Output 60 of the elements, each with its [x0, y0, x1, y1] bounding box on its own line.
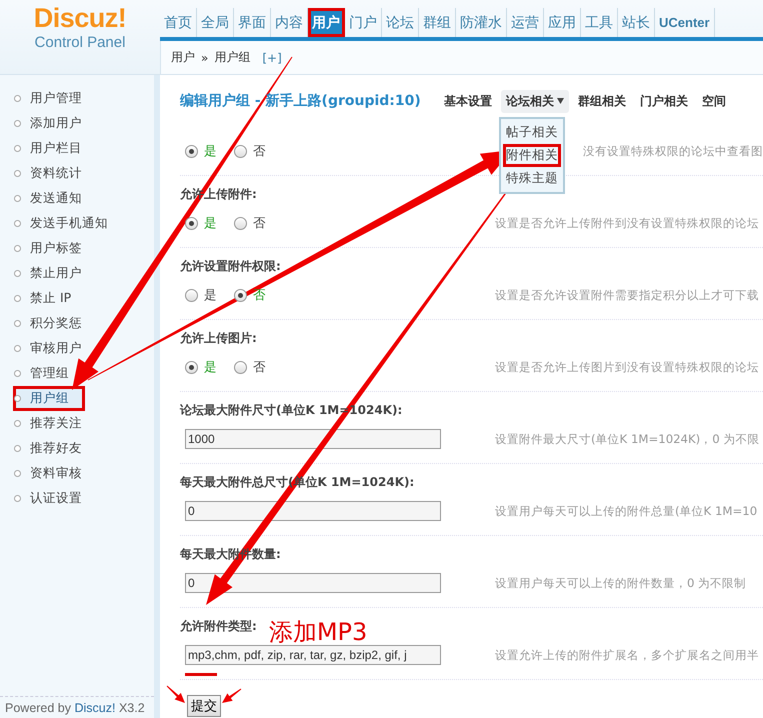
- radio-button[interactable]: 否: [229, 214, 266, 232]
- setting-description: 设置是否允许设置附件需要指定积分以上才可下载: [495, 288, 759, 302]
- settings-tab[interactable]: 空间: [696, 90, 731, 112]
- input-field[interactable]: 0: [185, 501, 441, 521]
- setting-description: 没有设置特殊权限的论坛中查看图: [583, 144, 763, 158]
- discuz-link[interactable]: Discuz!: [74, 701, 116, 715]
- sidebar-item[interactable]: 管理组: [0, 361, 154, 386]
- radio-button[interactable]: 否: [229, 358, 266, 376]
- sidebar-item[interactable]: 推荐好友: [0, 436, 154, 461]
- setting-description: 设置允许上传的附件扩展名，多个扩展名之间用半: [495, 648, 759, 662]
- setting-description: 设置是否允许上传图片到没有设置特殊权限的论坛: [495, 360, 759, 374]
- sidebar-item[interactable]: 添加用户: [0, 111, 154, 136]
- logo-subtitle: Control Panel: [34, 34, 126, 52]
- menu-item[interactable]: 附件相关: [502, 144, 561, 166]
- sidebar-item[interactable]: 认证设置: [0, 486, 154, 511]
- sidebar-item[interactable]: 推荐关注: [0, 411, 154, 436]
- settings-tab[interactable]: 门户相关: [634, 90, 693, 112]
- settings-tab[interactable]: 论坛相关: [500, 90, 569, 112]
- sidebar-item[interactable]: 积分奖惩: [0, 311, 154, 336]
- input-field[interactable]: 1000: [185, 429, 441, 449]
- breadcrumb-item[interactable]: 用户: [171, 49, 195, 66]
- nav-tab[interactable]: 用户: [308, 8, 345, 37]
- radio-button[interactable]: 是: [180, 358, 217, 376]
- setting-description: 设置附件最大尺寸(单位K 1M=1024K)，0 为不限: [495, 432, 760, 446]
- breadcrumb-item: 用户组: [214, 49, 250, 66]
- page-title: 编辑用户组 - 新手上路(groupid:10): [180, 92, 421, 110]
- setting-label: 允许设置附件权限:: [180, 258, 281, 274]
- setting-label: 允许上传图片:: [180, 330, 257, 346]
- sidebar-item[interactable]: 用户组: [13, 386, 85, 411]
- setting-description: 设置用户每天可以上传的附件数量，0 为不限制: [495, 576, 746, 590]
- setting-label: 允许附件类型:: [180, 618, 257, 634]
- menu-item[interactable]: 特殊主题: [502, 166, 561, 190]
- add-shortcut-link[interactable]: [+]: [262, 50, 282, 64]
- radio-button[interactable]: 是: [180, 142, 217, 160]
- annotation-note: 添加MP3: [268, 622, 368, 642]
- footer-text: Powered by Discuz! X3.2: [0, 696, 154, 718]
- sidebar-item[interactable]: 审核用户: [0, 336, 154, 361]
- sidebar-item[interactable]: 禁止用户: [0, 261, 154, 286]
- sidebar-item[interactable]: 用户标签: [0, 236, 154, 261]
- sidebar-item[interactable]: 发送手机通知: [0, 211, 154, 236]
- sidebar-item[interactable]: 资料统计: [0, 161, 154, 186]
- input-field[interactable]: 0: [185, 573, 441, 593]
- annotation-arrow: [166, 686, 185, 703]
- annotation-arrow: [222, 688, 242, 703]
- setting-description: 设置用户每天可以上传的附件总量(单位K 1M=10: [495, 504, 758, 518]
- setting-description: 设置是否允许上传附件到没有设置特殊权限的论坛: [495, 216, 759, 230]
- input-field[interactable]: mp3,chm, pdf, zip, rar, tar, gz, bzip2, gif, j: [185, 645, 441, 665]
- submit-button[interactable]: 提交: [187, 695, 221, 717]
- radio-button[interactable]: 是: [180, 286, 217, 304]
- breadcrumb-separator: »: [201, 50, 208, 64]
- sidebar-item[interactable]: 用户管理: [0, 86, 154, 111]
- settings-tab[interactable]: 基本设置: [438, 90, 497, 112]
- settings-tab[interactable]: 群组相关: [572, 90, 631, 112]
- logo: Discuz!: [34, 2, 126, 34]
- menu-item[interactable]: 帖子相关: [502, 120, 561, 144]
- sidebar-item[interactable]: 禁止 IP: [0, 286, 154, 311]
- radio-button[interactable]: 否: [229, 142, 266, 160]
- sidebar-item[interactable]: 用户栏目: [0, 136, 154, 161]
- sidebar-item[interactable]: 资料审核: [0, 461, 154, 486]
- sidebar-item[interactable]: 发送通知: [0, 186, 154, 211]
